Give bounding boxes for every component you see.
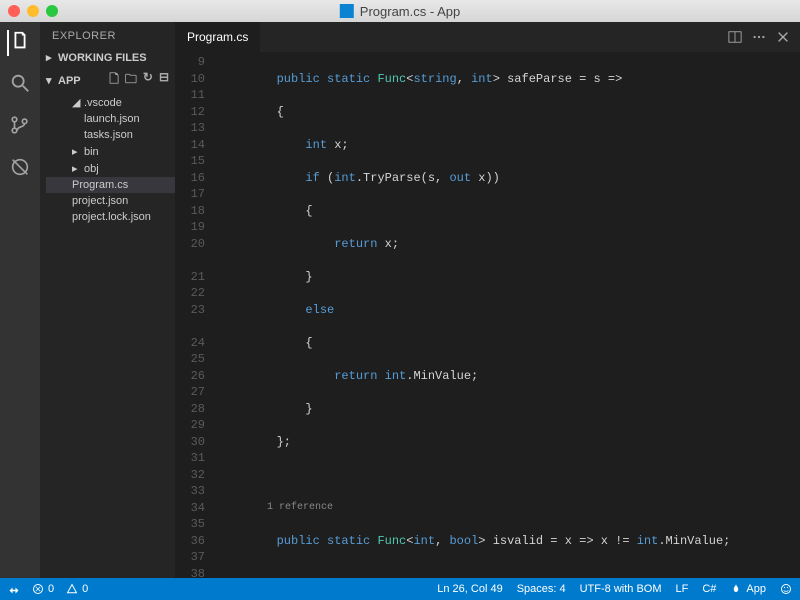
bug-icon bbox=[9, 156, 31, 178]
status-indentation[interactable]: Spaces: 4 bbox=[517, 583, 566, 595]
file-project-json[interactable]: project.json bbox=[46, 193, 175, 209]
line-gutter: 9101112131415161718192021222324252627282… bbox=[175, 52, 219, 578]
file-launch-json[interactable]: launch.json bbox=[46, 111, 175, 127]
chevron-right-icon: ▸ bbox=[46, 51, 54, 64]
minimize-window-button[interactable] bbox=[27, 5, 39, 17]
file-label: Program.cs bbox=[72, 179, 128, 191]
file-program-cs[interactable]: Program.cs bbox=[46, 177, 175, 193]
vscode-icon bbox=[340, 4, 354, 18]
window-controls bbox=[8, 5, 58, 17]
app-section-actions: 🗋 🗀 ↻ ⊟ bbox=[109, 70, 169, 91]
explorer-sidebar: EXPLORER ▸ WORKING FILES ▾ APP 🗋 🗀 ↻ ⊟ ◢… bbox=[40, 22, 175, 578]
status-cursor-position[interactable]: Ln 26, Col 49 bbox=[437, 583, 502, 595]
folder-label: .vscode bbox=[84, 97, 122, 109]
files-icon bbox=[9, 30, 31, 52]
code-editor[interactable]: 9101112131415161718192021222324252627282… bbox=[175, 52, 800, 578]
explorer-title: EXPLORER bbox=[40, 22, 175, 48]
file-project-lock-json[interactable]: project.lock.json bbox=[46, 209, 175, 225]
new-file-icon[interactable]: 🗋 bbox=[109, 70, 119, 91]
chevron-down-icon: ◢ bbox=[72, 96, 80, 109]
editor-actions bbox=[718, 22, 800, 52]
status-language[interactable]: C# bbox=[702, 583, 716, 595]
working-files-section[interactable]: ▸ WORKING FILES bbox=[40, 48, 175, 67]
file-label: project.lock.json bbox=[72, 211, 151, 223]
flame-icon bbox=[730, 583, 742, 595]
folder-label: bin bbox=[84, 146, 99, 158]
tab-program-cs[interactable]: Program.cs bbox=[175, 22, 261, 52]
editor-area: Program.cs 91011121314151617181920212223… bbox=[175, 22, 800, 578]
warning-icon bbox=[66, 583, 78, 595]
new-folder-icon[interactable]: 🗀 bbox=[125, 70, 137, 91]
search-activity[interactable] bbox=[9, 72, 31, 98]
smiley-icon bbox=[780, 583, 792, 595]
titlebar-center: Program.cs - App bbox=[340, 4, 460, 19]
app-section-header[interactable]: ▾ APP 🗋 🗀 ↻ ⊟ bbox=[40, 67, 175, 94]
status-feedback[interactable] bbox=[780, 583, 792, 595]
git-activity[interactable] bbox=[9, 114, 31, 140]
chevron-right-icon: ▸ bbox=[72, 145, 80, 158]
collapse-icon[interactable]: ⊟ bbox=[159, 70, 169, 91]
folder-bin[interactable]: ▸ bin bbox=[46, 143, 175, 160]
status-omnisharp[interactable]: App bbox=[730, 583, 766, 595]
code-content: public static Func<string, int> safePars… bbox=[219, 52, 800, 578]
file-tasks-json[interactable]: tasks.json bbox=[46, 127, 175, 143]
more-icon[interactable] bbox=[752, 30, 766, 44]
file-tree: ◢ .vscode launch.json tasks.json ▸ bin ▸ ob… bbox=[40, 94, 175, 225]
status-eol[interactable]: LF bbox=[676, 583, 689, 595]
error-icon bbox=[32, 583, 44, 595]
status-bar: 0 0 Ln 26, Col 49 Spaces: 4 UTF-8 with B… bbox=[0, 578, 800, 600]
folder-vscode[interactable]: ◢ .vscode bbox=[46, 94, 175, 111]
tab-label: Program.cs bbox=[187, 30, 248, 44]
status-encoding[interactable]: UTF-8 with BOM bbox=[580, 583, 662, 595]
zoom-window-button[interactable] bbox=[46, 5, 58, 17]
debug-activity[interactable] bbox=[9, 156, 31, 182]
close-icon[interactable] bbox=[776, 30, 790, 44]
app-section-label: APP bbox=[58, 75, 81, 87]
remote-icon bbox=[8, 583, 20, 595]
split-editor-icon[interactable] bbox=[728, 30, 742, 44]
status-errors[interactable]: 0 bbox=[32, 583, 54, 595]
working-files-label: WORKING FILES bbox=[58, 52, 147, 64]
file-label: tasks.json bbox=[84, 129, 133, 141]
file-label: launch.json bbox=[84, 113, 140, 125]
search-icon bbox=[9, 72, 31, 94]
activity-bar bbox=[0, 22, 40, 578]
git-branch-icon bbox=[9, 114, 31, 136]
status-warnings[interactable]: 0 bbox=[66, 583, 88, 595]
file-label: project.json bbox=[72, 195, 128, 207]
folder-obj[interactable]: ▸ obj bbox=[46, 160, 175, 177]
titlebar: Program.cs - App bbox=[0, 0, 800, 22]
chevron-right-icon: ▸ bbox=[72, 162, 80, 175]
folder-label: obj bbox=[84, 163, 99, 175]
chevron-down-icon: ▾ bbox=[46, 74, 54, 87]
close-window-button[interactable] bbox=[8, 5, 20, 17]
status-remote[interactable] bbox=[8, 583, 20, 595]
refresh-icon[interactable]: ↻ bbox=[143, 70, 153, 91]
explorer-activity[interactable] bbox=[7, 30, 31, 56]
codelens-references[interactable]: 1 reference bbox=[267, 502, 333, 513]
window-title: Program.cs - App bbox=[360, 4, 460, 19]
editor-tabs: Program.cs bbox=[175, 22, 800, 52]
